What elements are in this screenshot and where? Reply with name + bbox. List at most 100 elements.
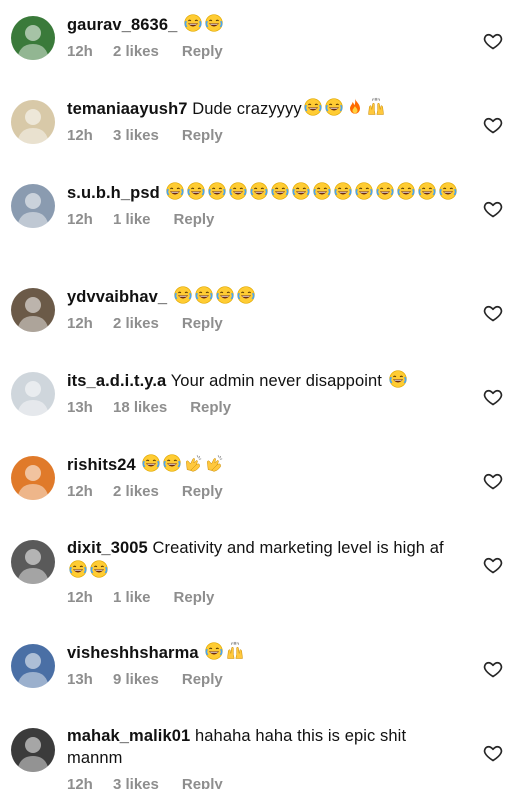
comment-likes[interactable]: 18 likes — [113, 398, 167, 418]
avatar[interactable] — [11, 456, 55, 500]
reply-button[interactable]: Reply — [182, 314, 223, 334]
reply-button[interactable]: Reply — [190, 398, 231, 418]
avatar[interactable] — [11, 540, 55, 584]
comment-time: 12h — [67, 589, 93, 606]
avatar[interactable] — [11, 372, 55, 416]
laugh-emoji-icon — [417, 181, 437, 201]
laugh-emoji-icon — [396, 181, 416, 201]
comment-time: 13h — [67, 671, 93, 688]
like-heart-icon[interactable] — [483, 31, 503, 51]
comment-text: dixit_3005 Creativity and marketing leve… — [67, 537, 465, 582]
laugh-emoji-icon — [236, 285, 256, 305]
comment-likes[interactable]: 3 likes — [113, 775, 159, 789]
comment-username[interactable]: its_a.d.i.t.y.a — [67, 372, 166, 390]
reply-button[interactable]: Reply — [174, 588, 215, 608]
like-heart-icon[interactable] — [483, 199, 503, 219]
reply-button[interactable]: Reply — [182, 42, 223, 62]
comment-likes[interactable]: 3 likes — [113, 126, 159, 146]
laugh-emoji-icon — [141, 453, 161, 473]
laugh-emoji-icon — [207, 181, 227, 201]
laugh-emoji-icon — [375, 181, 395, 201]
avatar[interactable] — [11, 728, 55, 772]
reply-button[interactable]: Reply — [182, 670, 223, 690]
reply-button[interactable]: Reply — [182, 775, 223, 789]
clap-emoji-icon — [183, 453, 203, 473]
comment-time: 12h — [67, 127, 93, 144]
avatar[interactable] — [11, 644, 55, 688]
comment-likes[interactable]: 1 like — [113, 588, 151, 608]
comments-list: gaurav_8636_ 12h 2 likes Reply temaniaayus… — [0, 0, 525, 789]
laugh-emoji-icon — [204, 13, 224, 33]
raised-hands-emoji-icon — [225, 641, 245, 661]
avatar[interactable] — [11, 288, 55, 332]
comment-likes[interactable]: 2 likes — [113, 482, 159, 502]
laugh-emoji-icon — [354, 181, 374, 201]
reply-button[interactable]: Reply — [182, 126, 223, 146]
comment-text: s.u.b.h_psd — [67, 181, 465, 204]
comment-time: 12h — [67, 776, 93, 789]
laugh-emoji-icon — [183, 13, 203, 33]
comment-username[interactable]: s.u.b.h_psd — [67, 184, 160, 202]
comment-text: rishits24 — [67, 453, 465, 476]
comment-time: 12h — [67, 483, 93, 500]
laugh-emoji-icon — [165, 181, 185, 201]
comment-username[interactable]: temaniaayush7 — [67, 100, 188, 118]
laugh-emoji-icon — [249, 181, 269, 201]
laugh-emoji-icon — [333, 181, 353, 201]
reply-button[interactable]: Reply — [174, 210, 215, 230]
comment-likes[interactable]: 2 likes — [113, 314, 159, 334]
comment-likes[interactable]: 9 likes — [113, 670, 159, 690]
laugh-emoji-icon — [162, 453, 182, 473]
reply-button[interactable]: Reply — [182, 482, 223, 502]
comment-username[interactable]: ydvvaibhav_ — [67, 288, 167, 306]
laugh-emoji-icon — [312, 181, 332, 201]
comment-time: 13h — [67, 399, 93, 416]
laugh-emoji-icon — [291, 181, 311, 201]
laugh-emoji-icon — [194, 285, 214, 305]
comment-text: visheshhsharma — [67, 641, 465, 664]
comment-body: Creativity and marketing level is high a… — [152, 539, 444, 557]
comment-username[interactable]: gaurav_8636_ — [67, 16, 177, 34]
laugh-emoji-icon — [186, 181, 206, 201]
comment-username[interactable]: visheshhsharma — [67, 644, 199, 662]
laugh-emoji-icon — [303, 97, 323, 117]
fire-emoji-icon — [345, 97, 365, 117]
avatar[interactable] — [11, 16, 55, 60]
laugh-emoji-icon — [388, 369, 408, 389]
laugh-emoji-icon — [173, 285, 193, 305]
avatar[interactable] — [11, 184, 55, 228]
comment-text: mahak_malik01 hahaha haha this is epic s… — [67, 725, 465, 769]
comment-time: 12h — [67, 43, 93, 60]
comment-text: gaurav_8636_ — [67, 13, 465, 36]
raised-hands-emoji-icon — [366, 97, 386, 117]
laugh-emoji-icon — [204, 641, 224, 661]
comment-text: its_a.d.i.t.y.a Your admin never disappo… — [67, 369, 465, 392]
comment-body: Your admin never disappoint — [170, 372, 382, 390]
like-heart-icon[interactable] — [483, 115, 503, 135]
like-heart-icon[interactable] — [483, 555, 503, 575]
comment-username[interactable]: dixit_3005 — [67, 539, 148, 557]
comment-time: 12h — [67, 211, 93, 228]
laugh-emoji-icon — [438, 181, 458, 201]
comment-username[interactable]: mahak_malik01 — [67, 727, 190, 745]
comment-text: ydvvaibhav_ — [67, 285, 465, 308]
comment-likes[interactable]: 1 like — [113, 210, 151, 230]
laugh-emoji-icon — [228, 181, 248, 201]
laugh-emoji-icon — [270, 181, 290, 201]
comment-text: temaniaayush7 Dude crazyyyy — [67, 97, 465, 120]
like-heart-icon[interactable] — [483, 471, 503, 491]
laugh-emoji-icon — [324, 97, 344, 117]
laugh-emoji-icon — [68, 559, 88, 579]
clap-emoji-icon — [204, 453, 224, 473]
comment-likes[interactable]: 2 likes — [113, 42, 159, 62]
like-heart-icon[interactable] — [483, 387, 503, 407]
like-heart-icon[interactable] — [483, 743, 503, 763]
comment-time: 12h — [67, 315, 93, 332]
comment-body: Dude crazyyyy — [192, 100, 302, 118]
like-heart-icon[interactable] — [483, 659, 503, 679]
laugh-emoji-icon — [89, 559, 109, 579]
comment-username[interactable]: rishits24 — [67, 456, 136, 474]
avatar[interactable] — [11, 100, 55, 144]
like-heart-icon[interactable] — [483, 303, 503, 323]
laugh-emoji-icon — [215, 285, 235, 305]
